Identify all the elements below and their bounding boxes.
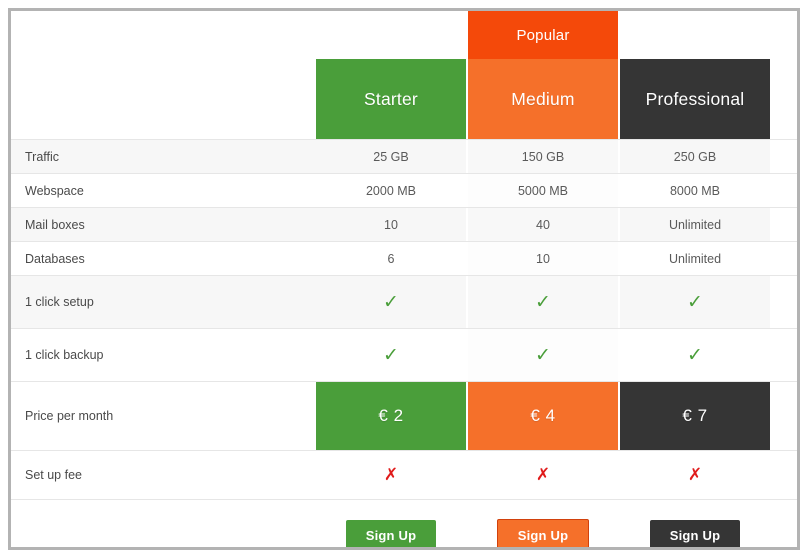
setup-fee-value-professional: ✗ bbox=[620, 451, 770, 499]
badge-slot-starter bbox=[316, 11, 466, 59]
plan-header-row: Starter Medium Professional bbox=[11, 59, 797, 139]
plan-name-label: Starter bbox=[364, 88, 418, 109]
plan-name-label: Medium bbox=[511, 88, 575, 109]
plan-header-starter: Starter bbox=[316, 59, 466, 139]
feature-value-starter: 6 bbox=[316, 242, 466, 275]
badge-slot-medium: Popular bbox=[468, 11, 618, 59]
signup-button-medium[interactable]: Sign Up bbox=[496, 518, 590, 547]
table-row: Traffic 25 GB 150 GB 250 GB bbox=[11, 139, 797, 174]
table-row: 1 click setup ✓ ✓ ✓ bbox=[11, 276, 797, 329]
feature-value-starter: 25 GB bbox=[316, 140, 466, 173]
check-icon: ✓ bbox=[687, 343, 703, 366]
plan-header-professional: Professional bbox=[620, 59, 770, 139]
feature-value-starter: ✓ bbox=[316, 329, 466, 381]
price-value-professional: € 7 bbox=[620, 382, 770, 450]
badge-slot-professional bbox=[620, 11, 770, 59]
table-row: Databases 6 10 Unlimited bbox=[11, 242, 797, 276]
feature-label: Webspace bbox=[11, 174, 316, 207]
signup-spacer bbox=[11, 500, 316, 547]
cross-icon: ✗ bbox=[383, 464, 399, 485]
price-row: Price per month € 2 € 4 € 7 bbox=[11, 382, 797, 451]
popular-badge-row: Popular bbox=[11, 11, 797, 59]
check-icon: ✓ bbox=[535, 290, 551, 313]
table-row: Webspace 2000 MB 5000 MB 8000 MB bbox=[11, 174, 797, 208]
signup-cell-medium: Sign Up bbox=[468, 500, 618, 547]
feature-value-professional: 250 GB bbox=[620, 140, 770, 173]
pricing-table: Popular Starter Medium Professional Traffi… bbox=[11, 11, 797, 547]
check-icon: ✓ bbox=[687, 290, 703, 313]
popular-badge-label: Popular bbox=[516, 26, 570, 44]
feature-label: Mail boxes bbox=[11, 208, 316, 241]
price-row-label: Price per month bbox=[25, 409, 114, 423]
setup-fee-row: Set up fee ✗ ✗ ✗ bbox=[11, 451, 797, 500]
price-value-medium: € 4 bbox=[468, 382, 618, 450]
feature-value-professional: Unlimited bbox=[620, 208, 770, 241]
page-frame: Popular Starter Medium Professional Traffi… bbox=[8, 8, 800, 550]
feature-value-medium: 40 bbox=[468, 208, 618, 241]
feature-value-medium: 10 bbox=[468, 242, 618, 275]
feature-label: Databases bbox=[11, 242, 316, 275]
signup-button-professional[interactable]: Sign Up bbox=[649, 519, 741, 547]
setup-fee-label: Set up fee bbox=[25, 468, 82, 482]
signup-cell-starter: Sign Up bbox=[316, 500, 466, 547]
feature-value-medium: ✓ bbox=[468, 329, 618, 381]
setup-fee-value-starter: ✗ bbox=[316, 451, 466, 499]
signup-cell-professional: Sign Up bbox=[620, 500, 770, 547]
feature-label: 1 click setup bbox=[11, 276, 316, 328]
feature-label: 1 click backup bbox=[11, 329, 316, 381]
feature-value-medium: 150 GB bbox=[468, 140, 618, 173]
feature-value-professional: ✓ bbox=[620, 329, 770, 381]
signup-button-starter[interactable]: Sign Up bbox=[345, 519, 437, 547]
badge-spacer-label bbox=[11, 11, 316, 59]
price-value-starter: € 2 bbox=[316, 382, 466, 450]
table-row: 1 click backup ✓ ✓ ✓ bbox=[11, 329, 797, 382]
check-icon: ✓ bbox=[383, 343, 399, 366]
setup-fee-value-medium: ✗ bbox=[468, 451, 618, 499]
feature-value-professional: 8000 MB bbox=[620, 174, 770, 207]
check-icon: ✓ bbox=[535, 343, 551, 366]
plan-header-spacer bbox=[11, 59, 316, 139]
feature-value-medium: ✓ bbox=[468, 276, 618, 328]
feature-value-starter: ✓ bbox=[316, 276, 466, 328]
feature-value-starter: 10 bbox=[316, 208, 466, 241]
cross-icon: ✗ bbox=[535, 464, 551, 485]
cross-icon: ✗ bbox=[687, 464, 703, 485]
feature-rows: Traffic 25 GB 150 GB 250 GB Webspace 2000 MB 5… bbox=[11, 139, 797, 382]
pricing-header: Popular Starter Medium Professional bbox=[11, 11, 797, 139]
check-icon: ✓ bbox=[383, 290, 399, 313]
feature-value-medium: 5000 MB bbox=[468, 174, 618, 207]
feature-label: Traffic bbox=[11, 140, 316, 173]
feature-value-professional: ✓ bbox=[620, 276, 770, 328]
table-row: Mail boxes 10 40 Unlimited bbox=[11, 208, 797, 242]
plan-name-label: Professional bbox=[645, 88, 745, 109]
feature-value-professional: Unlimited bbox=[620, 242, 770, 275]
plan-header-medium: Medium bbox=[468, 59, 618, 139]
feature-value-starter: 2000 MB bbox=[316, 174, 466, 207]
signup-row: Sign Up Sign Up Sign Up bbox=[11, 500, 797, 547]
